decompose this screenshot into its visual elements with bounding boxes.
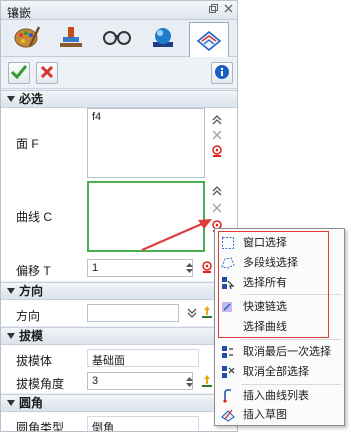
- feature-tabs: [1, 20, 237, 57]
- remove-icon[interactable]: [210, 201, 224, 215]
- menu-separator: [241, 384, 341, 385]
- offset-label: 偏移 T: [16, 264, 51, 278]
- collapse-triangle-icon: [7, 96, 15, 102]
- paint-palette-icon: [13, 24, 41, 53]
- collapse-triangle-icon: [7, 288, 15, 294]
- menu-item-label: 插入曲线列表: [243, 390, 309, 402]
- dialog-titlebar: 镶嵌: [1, 1, 237, 20]
- section-fillet-title: 圆角: [19, 396, 44, 410]
- menu-item-insert-sketch[interactable]: 插入草图: [215, 405, 344, 425]
- chevron-up-icon[interactable]: [210, 113, 224, 127]
- face-label: 面 F: [16, 137, 39, 151]
- menu-item-label: 取消全部选择: [243, 366, 309, 378]
- context-menu: 窗口选择 多段线选择 选择所有 快速链选 选择曲线 取消最后一次选择 取消全部选…: [214, 228, 345, 426]
- restore-icon[interactable]: [207, 4, 219, 16]
- section-direction-title: 方向: [19, 284, 44, 298]
- undo-last-select-icon: [221, 345, 235, 359]
- draft-body-label: 拔模体: [16, 354, 53, 368]
- checkmark-icon: [10, 64, 28, 82]
- offset-field[interactable]: 1: [87, 259, 193, 277]
- section-required-title: 必选: [19, 92, 44, 106]
- draft-body-dropdown[interactable]: 基础面: [87, 349, 199, 367]
- section-draft-header[interactable]: 拔模: [1, 327, 237, 345]
- menu-item-label: 插入草图: [243, 409, 287, 421]
- ok-button[interactable]: [8, 62, 30, 84]
- stamp-icon: [57, 24, 85, 53]
- tab-stamp[interactable]: [51, 22, 91, 55]
- section-fillet-body: 圆角类型 倒角: [1, 412, 237, 432]
- pick-target-icon[interactable]: [200, 260, 214, 274]
- menu-item-label: 取消最后一次选择: [243, 346, 331, 358]
- double-chevron-down-icon[interactable]: [185, 306, 199, 320]
- tab-inlay-surface[interactable]: [189, 22, 229, 57]
- draft-angle-label: 拔模角度: [16, 377, 65, 391]
- menu-item-clear-all-select[interactable]: 取消全部选择: [215, 362, 344, 382]
- clear-all-select-icon: [221, 365, 235, 379]
- sphere-icon: [149, 24, 177, 53]
- section-draft-title: 拔模: [19, 329, 44, 343]
- section-fillet-header[interactable]: 圆角: [1, 394, 237, 412]
- tab-glasses[interactable]: [97, 22, 137, 55]
- fillet-type-dropdown[interactable]: 倒角: [87, 416, 199, 431]
- dialog-title: 镶嵌: [7, 6, 32, 20]
- angle-pick-icon[interactable]: [200, 374, 214, 388]
- dialog-toolbar: [1, 57, 237, 89]
- section-direction-header[interactable]: 方向: [1, 282, 237, 300]
- close-window-icon[interactable]: [222, 4, 234, 16]
- info-button[interactable]: [211, 62, 233, 84]
- direction-label: 方向: [16, 309, 41, 323]
- spinner-icon[interactable]: [185, 375, 193, 389]
- direction-field[interactable]: [87, 304, 179, 322]
- menu-item-insert-curve-list[interactable]: 插入曲线列表: [215, 386, 344, 406]
- spinner-icon[interactable]: [185, 261, 193, 275]
- glasses-icon: [102, 27, 132, 50]
- section-direction-body: 方向: [1, 300, 237, 326]
- info-icon: [214, 64, 230, 83]
- close-icon: [40, 65, 54, 82]
- annotation-highlight-box: [218, 231, 329, 338]
- section-required-header[interactable]: 必选: [1, 90, 237, 108]
- collapse-triangle-icon: [7, 400, 15, 406]
- direction-pick-icon[interactable]: [200, 305, 214, 319]
- menu-separator: [241, 339, 341, 340]
- pick-target-icon[interactable]: [210, 144, 224, 158]
- collapse-triangle-icon: [7, 333, 15, 339]
- tab-sphere[interactable]: [143, 22, 183, 55]
- remove-icon[interactable]: [210, 128, 224, 142]
- inlay-surface-icon: [195, 26, 223, 55]
- fillet-type-label: 圆角类型: [16, 421, 65, 432]
- insert-curve-list-icon: [221, 389, 235, 403]
- insert-sketch-icon: [221, 408, 235, 422]
- draft-angle-field[interactable]: 3: [87, 372, 193, 390]
- menu-item-undo-last-select[interactable]: 取消最后一次选择: [215, 342, 344, 362]
- cancel-button[interactable]: [36, 62, 58, 84]
- annotation-arrow: [141, 219, 212, 252]
- tab-paint-palette[interactable]: [7, 22, 47, 55]
- section-required-body: 面 F f4 曲线 C 偏移 T 1: [1, 108, 237, 281]
- section-draft-body: 拔模体 基础面 拔模角度 3: [1, 345, 237, 393]
- chevron-up-icon[interactable]: [210, 184, 224, 198]
- curve-label: 曲线 C: [16, 210, 53, 224]
- face-field[interactable]: f4: [87, 108, 205, 178]
